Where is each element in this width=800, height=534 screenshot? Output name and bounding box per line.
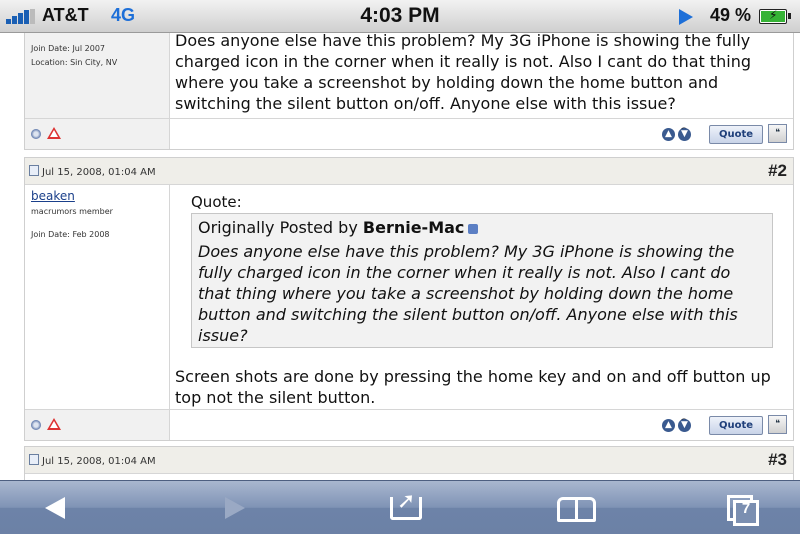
post-1: Join Date: Jul 2007 Location: Sin City, … (24, 33, 794, 150)
share-icon[interactable]: ➚ (365, 481, 445, 534)
status-bar: AT&T 4G 4:03 PM 49 % ⚡ (0, 0, 800, 33)
pages-icon[interactable]: 7 (705, 481, 785, 534)
play-icon (679, 9, 693, 25)
post-number[interactable]: #2 (768, 161, 787, 181)
multi-quote-button[interactable]: ❝ (768, 415, 787, 434)
vote-up-icon[interactable]: ▲ (662, 128, 675, 141)
join-date: Join Date: Feb 2008 (31, 230, 110, 239)
quote-button[interactable]: Quote (709, 416, 763, 435)
report-post-icon[interactable] (47, 418, 61, 430)
report-post-icon[interactable] (47, 127, 61, 139)
vote-up-icon[interactable]: ▲ (662, 419, 675, 432)
username-link[interactable]: beaken (31, 189, 75, 203)
quoted-text: Does anyone else have this problem? My 3… (198, 242, 738, 345)
vote-down-icon[interactable]: ▼ (678, 419, 691, 432)
online-status-icon (31, 129, 41, 139)
post-footer: 0 ▲ ▼ Quote ❝ (25, 409, 793, 440)
forward-arrow-icon[interactable] (195, 481, 275, 534)
post-2: Jul 15, 2008, 01:04 AM #2 beaken macrumo… (24, 157, 794, 441)
quote-label: Quote: (191, 193, 242, 211)
post-footer: 0 ▲ ▼ Quote ❝ (25, 118, 793, 149)
back-arrow-icon[interactable] (15, 481, 95, 534)
quote-author: Bernie-Mac (362, 218, 465, 237)
user-title: macrumors member (31, 207, 113, 216)
battery-percent: 49 % (710, 5, 752, 25)
user-info-panel: beaken macrumors member Join Date: Feb 2… (25, 185, 170, 409)
post-header: Jul 15, 2008, 01:04 AM #3 (25, 447, 793, 474)
post-icon (29, 454, 39, 465)
tab-count: 7 (741, 500, 751, 517)
battery-icon: ⚡ (759, 8, 791, 24)
bookmarks-book-icon[interactable] (533, 481, 613, 534)
forum-thread[interactable]: Join Date: Jul 2007 Location: Sin City, … (0, 33, 800, 480)
post-icon (29, 165, 39, 176)
join-date: Join Date: Jul 2007 (31, 44, 106, 53)
quote-posted-by: Originally Posted by (198, 218, 358, 237)
post-3: Jul 15, 2008, 01:04 AM #3 (24, 446, 794, 480)
vote-down-icon[interactable]: ▼ (678, 128, 691, 141)
post-date: Jul 15, 2008, 01:04 AM (42, 456, 156, 467)
charging-bolt-icon: ⚡ (769, 8, 778, 22)
post-number[interactable]: #3 (768, 450, 787, 470)
post-message: Does anyone else have this problem? My 3… (175, 33, 752, 113)
user-info-panel: Join Date: Jul 2007 Location: Sin City, … (25, 33, 170, 118)
post-date: Jul 15, 2008, 01:04 AM (42, 167, 156, 178)
online-status-icon (31, 420, 41, 430)
multi-quote-button[interactable]: ❝ (768, 124, 787, 143)
view-post-icon[interactable] (468, 224, 479, 234)
browser-toolbar: ➚ 7 (0, 480, 800, 534)
post-header: Jul 15, 2008, 01:04 AM #2 (25, 158, 793, 185)
post-message: Screen shots are done by pressing the ho… (175, 367, 771, 407)
quote-box: Originally Posted by Bernie-Mac Does any… (191, 213, 773, 348)
location: Location: Sin City, NV (31, 58, 118, 67)
quote-button[interactable]: Quote (709, 125, 763, 144)
